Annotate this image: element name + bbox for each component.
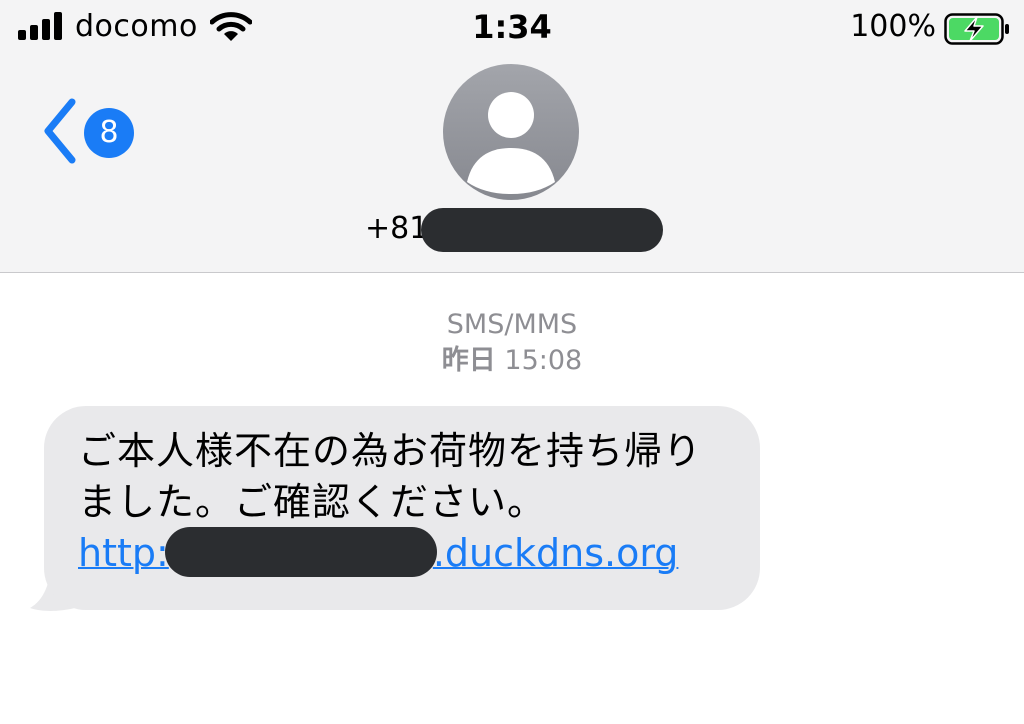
battery-charging-icon bbox=[944, 13, 1009, 45]
wifi-icon bbox=[210, 12, 252, 41]
unread-count-badge: 8 bbox=[84, 108, 134, 158]
contact-number-prefix: +81 bbox=[365, 211, 429, 246]
incoming-message-bubble[interactable]: ご本人様不在の為お荷物を持ち帰りました。ご確認ください。 http: .duckd… bbox=[44, 406, 760, 610]
message-day: 昨日 bbox=[441, 345, 496, 376]
contact-avatar[interactable] bbox=[443, 64, 579, 200]
cellular-signal-icon bbox=[18, 12, 62, 40]
header-divider bbox=[0, 272, 1024, 273]
status-time: 1:34 bbox=[472, 8, 552, 46]
message-timestamp: 昨日 15:08 bbox=[0, 344, 1024, 378]
link-redaction-mark bbox=[164, 526, 437, 577]
status-bar: docomo 1:34 100% bbox=[0, 0, 1024, 56]
redaction-mark bbox=[421, 208, 663, 252]
carrier-name: docomo bbox=[75, 9, 198, 44]
message-time: 15:08 bbox=[504, 345, 583, 376]
message-text: ご本人様不在の為お荷物を持ち帰りました。ご確認ください。 bbox=[78, 429, 703, 524]
back-button[interactable]: 8 bbox=[40, 98, 140, 164]
person-avatar-icon bbox=[467, 92, 555, 194]
link-suffix: .duckdns.org bbox=[432, 531, 679, 575]
chevron-left-icon bbox=[44, 98, 76, 164]
battery-percentage: 100% bbox=[850, 9, 936, 44]
link-prefix: http: bbox=[78, 531, 169, 575]
message-link[interactable]: http: .duckdns.org bbox=[78, 526, 679, 581]
message-service-label: SMS/MMS bbox=[446, 309, 578, 340]
